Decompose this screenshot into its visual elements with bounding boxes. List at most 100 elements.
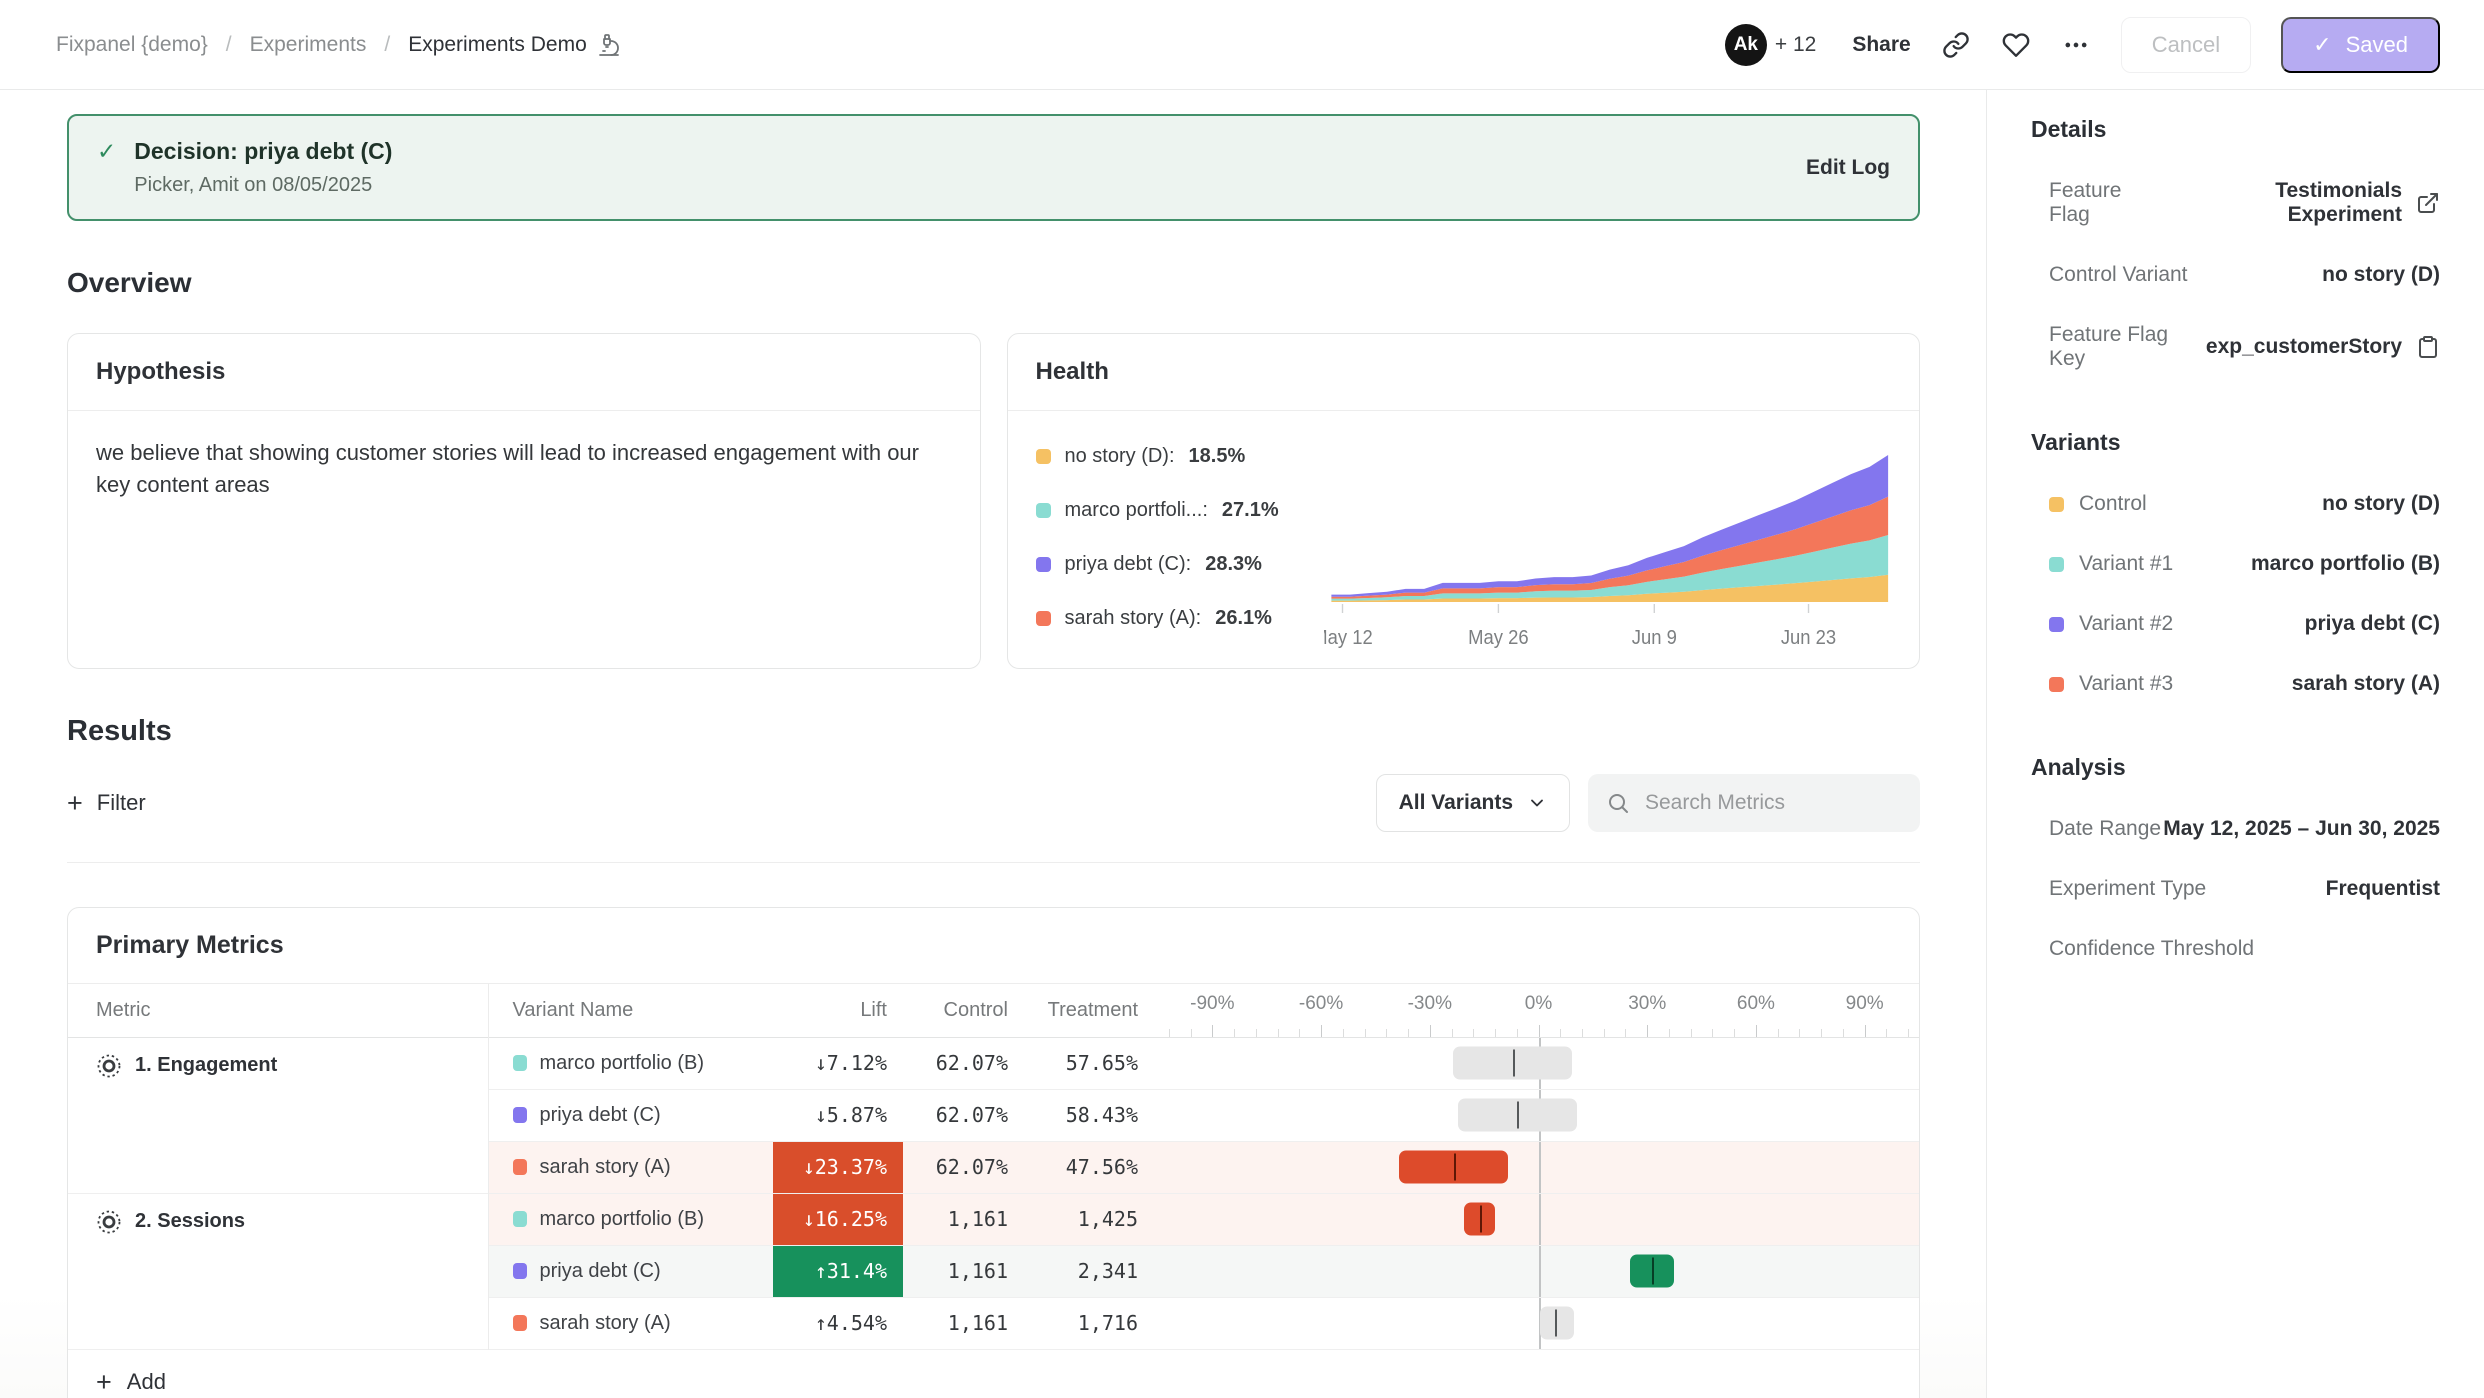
lift-marker (1480, 1206, 1482, 1233)
variant-name-cell: marco portfolio (B) (488, 1037, 773, 1089)
table-row: 2. Sessionsmarco portfolio (B)↓16.25%1,1… (68, 1193, 1919, 1245)
legend-item[interactable]: marco portfoli...: 27.1% (1036, 499, 1324, 522)
axis-tick (1365, 1029, 1366, 1037)
axis-tick (1452, 1029, 1453, 1037)
variant-name: marco portfolio (B) (513, 1052, 774, 1075)
lift-marker (1517, 1102, 1519, 1129)
lift-badge: ↓7.12% (773, 1038, 903, 1089)
axis-tick (1669, 1029, 1670, 1037)
variant-swatch (2049, 557, 2064, 572)
favorite-heart-icon[interactable] (2001, 30, 2031, 60)
add-filter-button[interactable]: + Filter (67, 790, 146, 817)
lift-cell: ↓7.12% (773, 1037, 903, 1089)
control-value: 62.07% (903, 1089, 1028, 1141)
details-sidebar: Details Feature Flag Testimonials Experi… (1986, 90, 2484, 1398)
plus-icon: + (96, 1369, 112, 1396)
analysis-section: Analysis Date Range May 12, 2025 – Jun 3… (2031, 754, 2440, 961)
metric-name: 2. Sessions (96, 1209, 488, 1235)
plus-icon: + (67, 790, 83, 817)
breadcrumb-item-project[interactable]: Fixpanel {demo} (56, 33, 208, 57)
axis-tick (1799, 1029, 1800, 1037)
health-legend: no story (D): 18.5% marco portfoli...: 27… (1036, 417, 1324, 669)
column-header-treatment: Treatment (1028, 984, 1158, 1037)
health-stacked-area-chart: May 12May 26Jun 9Jun 23 (1324, 417, 1896, 669)
axis-tick (1321, 1025, 1322, 1037)
legend-value: 28.3% (1205, 553, 1262, 576)
check-icon: ✓ (97, 138, 116, 166)
legend-item[interactable]: no story (D): 18.5% (1036, 445, 1324, 468)
saved-button[interactable]: ✓ Saved (2281, 17, 2440, 73)
axis-tick (1256, 1029, 1257, 1037)
metric-name: 1. Engagement (96, 1053, 488, 1079)
variant-swatch (513, 1263, 527, 1279)
variant-label: Variant #3 (2049, 672, 2173, 696)
lift-badge: ↓5.87% (773, 1090, 903, 1141)
variant-name: marco portfolio (B) (513, 1208, 774, 1231)
decision-banner: ✓ Decision: priya debt (C) Picker, Amit … (67, 114, 1920, 221)
breadcrumb: Fixpanel {demo} / Experiments / Experime… (56, 33, 621, 57)
axis-tick (1517, 1029, 1518, 1037)
control-value: 1,161 (903, 1297, 1028, 1349)
primary-metrics-table: Metric Variant Name Lift Control Treatme… (68, 984, 1919, 1350)
feature-flag-link[interactable]: Testimonials Experiment (2164, 179, 2402, 227)
more-options-icon[interactable] (2061, 30, 2091, 60)
legend-value: 27.1% (1222, 499, 1279, 522)
variant-name-cell: priya debt (C) (488, 1245, 773, 1297)
edit-log-button[interactable]: Edit Log (1806, 156, 1890, 180)
external-link-icon[interactable] (2416, 191, 2440, 215)
hypothesis-text[interactable]: we believe that showing customer stories… (68, 411, 980, 527)
legend-item[interactable]: priya debt (C): 28.3% (1036, 553, 1324, 576)
legend-label: priya debt (C): (1065, 553, 1192, 576)
lift-marker (1454, 1154, 1456, 1181)
variants-dropdown[interactable]: All Variants (1376, 774, 1570, 832)
lift-marker (1513, 1050, 1515, 1077)
treatment-value: 58.43% (1028, 1089, 1158, 1141)
variant-name-cell: priya debt (C) (488, 1089, 773, 1141)
primary-metrics-title: Primary Metrics (68, 908, 1919, 984)
clipboard-icon[interactable] (2416, 335, 2440, 359)
metric-cell[interactable]: 2. Sessions (68, 1193, 488, 1349)
variant-row-variant-2: Variant #2priya debt (C) (2031, 612, 2440, 636)
avatar[interactable]: Ak (1725, 24, 1767, 66)
legend-value: 26.1% (1215, 607, 1272, 630)
add-metric-button[interactable]: + Add (68, 1350, 1919, 1398)
axis-tick-label: -90% (1190, 993, 1234, 1015)
breadcrumb-separator: / (226, 33, 232, 57)
x-axis-label: May 12 (1324, 627, 1373, 649)
copy-link-icon[interactable] (1941, 30, 1971, 60)
variant-name: sarah story (A) (513, 1312, 774, 1335)
axis-tick (1386, 1029, 1387, 1037)
overview-heading: Overview (67, 267, 1920, 299)
column-header-control: Control (903, 984, 1028, 1037)
lift-axis: -90%-60%-30%0%30%60%90% (1158, 984, 1919, 1037)
treatment-value: 57.65% (1028, 1037, 1158, 1089)
x-axis-label: Jun 9 (1631, 627, 1676, 649)
confidence-interval-cell (1158, 1245, 1919, 1297)
axis-tick (1299, 1029, 1300, 1037)
collaborators[interactable]: Ak + 12 (1725, 24, 1816, 66)
variant-value: sarah story (A) (2292, 672, 2440, 696)
decision-title: Decision: priya debt (C) (134, 138, 392, 165)
cancel-button[interactable]: Cancel (2121, 17, 2251, 73)
axis-tick (1756, 1025, 1757, 1037)
breadcrumb-item-experiments[interactable]: Experiments (250, 33, 367, 57)
legend-value: 18.5% (1189, 445, 1246, 468)
share-button[interactable]: Share (1852, 33, 1910, 57)
axis-tick-label: 90% (1846, 993, 1884, 1015)
axis-tick (1212, 1025, 1213, 1037)
treatment-value: 1,716 (1028, 1297, 1158, 1349)
lift-cell: ↑4.54% (773, 1297, 903, 1349)
axis-tick (1778, 1029, 1779, 1037)
legend-item[interactable]: sarah story (A): 26.1% (1036, 607, 1324, 630)
details-title: Details (2031, 116, 2440, 143)
axis-tick (1734, 1029, 1735, 1037)
metric-cell[interactable]: 1. Engagement (68, 1037, 488, 1193)
search-metrics-input[interactable]: Search Metrics (1588, 774, 1920, 832)
collaborators-overflow-count[interactable]: + 12 (1775, 33, 1816, 57)
zero-line (1539, 1194, 1541, 1245)
confidence-interval-cell (1158, 1193, 1919, 1245)
axis-tick-label: -60% (1299, 993, 1343, 1015)
axis-tick (1495, 1029, 1496, 1037)
variant-label: Control (2049, 492, 2147, 516)
axis-tick (1886, 1029, 1887, 1037)
